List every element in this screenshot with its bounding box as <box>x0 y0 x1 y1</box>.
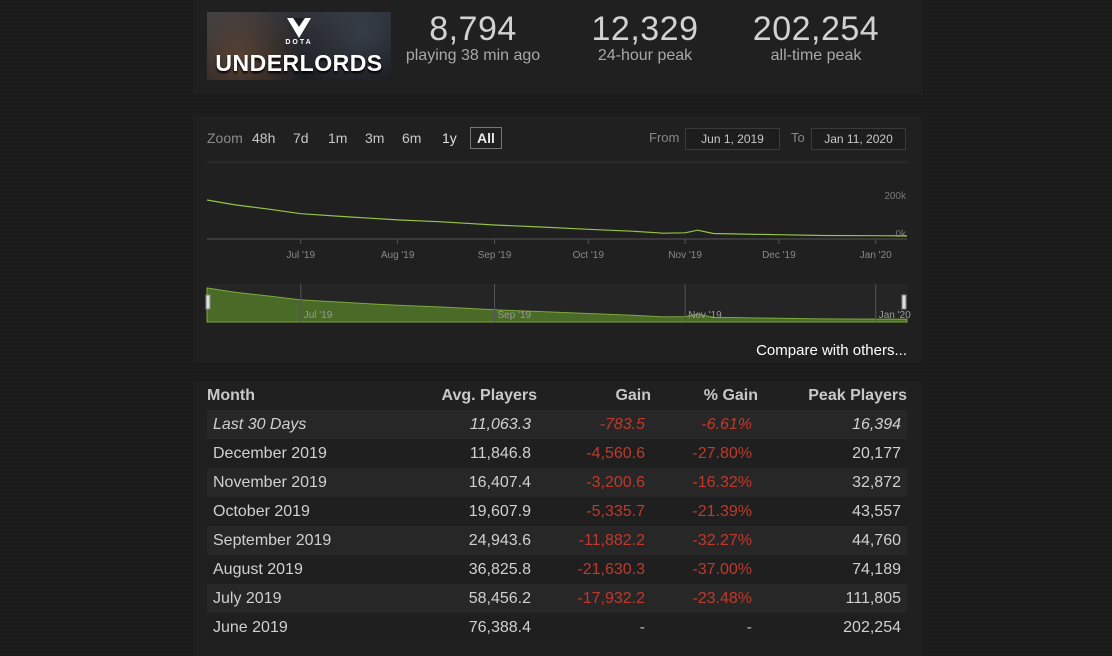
cell-pct-gain: -37.00% <box>692 560 752 578</box>
table-row: August 2019 36,825.8 -21,630.3 -37.00% 74,18… <box>207 555 907 584</box>
cell-avg-players: 11,846.8 <box>469 444 531 462</box>
cell-month: October 2019 <box>213 502 310 520</box>
table-row: September 2019 24,943.6 -11,882.2 -32.27% 44… <box>207 526 907 555</box>
cell-gain: -5,335.7 <box>586 502 645 520</box>
game-capsule-image[interactable]: DOTA UNDERLORDS <box>207 12 391 80</box>
series-line <box>206 199 908 237</box>
cell-month: November 2019 <box>213 473 327 491</box>
cell-pct-gain: -27.80% <box>692 444 752 462</box>
cell-gain: -4,560.6 <box>586 444 645 462</box>
stat-label: all-time peak <box>770 47 862 64</box>
cell-month: June 2019 <box>213 618 288 636</box>
cell-peak-players: 74,189 <box>852 560 901 578</box>
cell-month: July 2019 <box>213 589 282 607</box>
cell-gain: -3,200.6 <box>586 473 645 491</box>
cell-pct-gain: -21.39% <box>692 502 752 520</box>
cell-pct-gain: - <box>746 618 752 636</box>
cell-gain: - <box>639 618 645 636</box>
table-row: October 2019 19,607.9 -5,335.7 -21.39% 43,55… <box>207 497 907 526</box>
game-title: UNDERLORDS <box>215 50 383 76</box>
cell-peak-players: 32,872 <box>852 473 901 491</box>
col-pct-gain-header[interactable]: % Gain <box>651 382 758 410</box>
stats-table-panel: Month Avg. Players Gain % Gain Peak Play… <box>193 382 921 656</box>
table-row: November 2019 16,407.4 -3,200.6 -16.32% 32,8… <box>207 468 907 497</box>
cell-avg-players: 11,063.3 <box>469 415 531 433</box>
col-month-header[interactable]: Month <box>207 382 407 410</box>
compare-link[interactable]: Compare with others... <box>756 342 907 359</box>
cell-avg-players: 76,388.4 <box>468 618 531 636</box>
x-tick-label: Oct '19 <box>573 250 605 261</box>
x-tick-label: Jul '19 <box>286 250 315 261</box>
stat-24h-peak: 12,329 24-hour peak <box>575 10 715 64</box>
cell-gain: -783.5 <box>599 415 645 433</box>
y-tick-label: 0k <box>895 229 907 240</box>
y-tick-label: 200k <box>884 191 907 202</box>
table-header-row: Month Avg. Players Gain % Gain Peak Play… <box>207 382 907 410</box>
cell-peak-players: 20,177 <box>852 444 901 462</box>
table-row: July 2019 58,456.2 -17,932.2 -23.48% 111,805 <box>207 584 907 613</box>
x-tick-label: Jan '20 <box>860 250 892 261</box>
player-count-chart[interactable]: 200k 0k Jul '19 Aug '19 Sep '19 Oct '19 Nov … <box>193 116 921 362</box>
monthly-stats-table: Month Avg. Players Gain % Gain Peak Play… <box>207 382 907 642</box>
stat-all-time-peak: 202,254 all-time peak <box>743 10 889 64</box>
cell-peak-players: 111,805 <box>845 589 901 607</box>
cell-avg-players: 16,407.4 <box>468 473 531 491</box>
chart-panel: Zoom 48h 7d 1m 3m 6m 1y All From Jun 1, … <box>193 116 921 362</box>
cell-pct-gain: -23.48% <box>692 589 752 607</box>
game-subtitle: DOTA <box>285 39 313 46</box>
cell-avg-players: 24,943.6 <box>468 531 531 549</box>
cell-peak-players: 43,557 <box>852 502 901 520</box>
dota-logo-icon <box>287 18 311 38</box>
x-tick-label: Dec '19 <box>762 250 796 261</box>
table-row: December 2019 11,846.8 -4,560.6 -27.80% 20,1… <box>207 439 907 468</box>
stat-label: 24-hour peak <box>597 47 693 64</box>
cell-pct-gain: -16.32% <box>692 473 752 491</box>
cell-avg-players: 58,456.2 <box>468 589 531 607</box>
stat-current-players: 8,794 playing 38 min ago <box>399 10 547 64</box>
table-row: June 2019 76,388.4 - - 202,254 <box>207 613 907 642</box>
stat-value: 12,329 <box>591 10 699 48</box>
cell-avg-players: 36,825.8 <box>468 560 531 578</box>
cell-gain: -21,630.3 <box>577 560 645 578</box>
stat-label: playing 38 min ago <box>405 47 541 64</box>
stat-value: 8,794 <box>429 10 517 48</box>
x-tick-label: Sep '19 <box>478 250 512 261</box>
cell-avg-players: 19,607.9 <box>468 502 531 520</box>
cell-month: August 2019 <box>213 560 303 578</box>
cell-gain: -17,932.2 <box>577 589 645 607</box>
x-tick-label: Aug '19 <box>381 250 415 261</box>
cell-pct-gain: -6.61% <box>701 415 752 433</box>
cell-peak-players: 16,394 <box>852 415 901 433</box>
col-gain-header[interactable]: Gain <box>537 382 651 410</box>
cell-month: December 2019 <box>213 444 327 462</box>
col-avg-header[interactable]: Avg. Players <box>407 382 537 410</box>
cell-gain: -11,882.2 <box>578 531 645 549</box>
cell-month: September 2019 <box>213 531 332 549</box>
x-tick-label: Nov '19 <box>668 250 702 261</box>
col-peak-header[interactable]: Peak Players <box>758 382 907 410</box>
cell-month: Last 30 Days <box>213 415 307 433</box>
stat-value: 202,254 <box>752 10 880 48</box>
table-row: Last 30 Days 11,063.3 -783.5 -6.61% 16,394 <box>207 410 907 439</box>
header-panel: DOTA UNDERLORDS 8,794 playing 38 min ago… <box>193 0 921 94</box>
cell-peak-players: 44,760 <box>852 531 901 549</box>
cell-pct-gain: -32.27% <box>692 531 752 549</box>
cell-peak-players: 202,254 <box>843 618 901 636</box>
